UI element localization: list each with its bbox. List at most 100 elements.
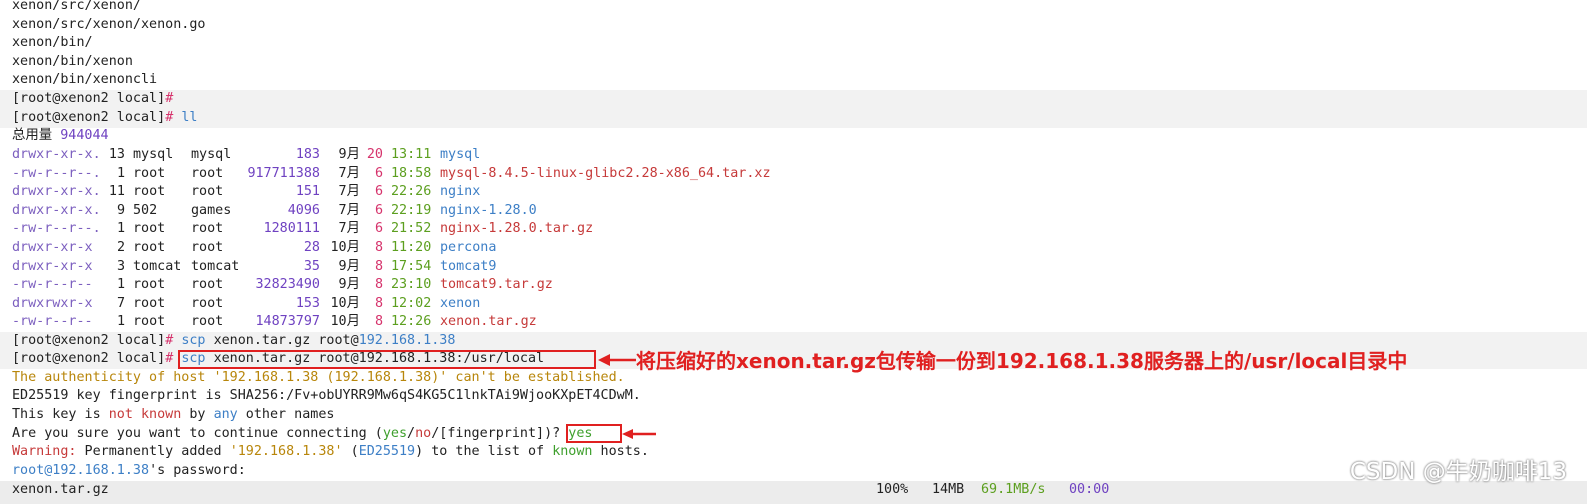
listing-perm: drwxr-xr-x. — [12, 147, 101, 162]
prompt-band — [0, 109, 1587, 128]
listing-month: 9月 — [338, 277, 360, 293]
listing-time: 12:26 — [391, 314, 432, 330]
listing-group: root — [191, 240, 224, 255]
listing-perm: drwxr-xr-x — [12, 258, 93, 274]
listing-size: 917711388 — [247, 165, 320, 181]
fingerprint-line: ED25519 key fingerprint is SHA256:/Fv+ob… — [12, 388, 641, 403]
listing-time: 21:52 — [391, 221, 432, 237]
annotation-arrow-icon — [598, 354, 636, 366]
listing-month: 7月 — [338, 165, 360, 181]
listing-name: percona — [440, 240, 497, 255]
listing-size: 153 — [295, 295, 320, 311]
listing-name: tomcat9.tar.gz — [440, 277, 553, 293]
listing-links: 7 — [116, 295, 125, 311]
confirm-line: Are you sure you want to continue connec… — [12, 426, 593, 441]
listing-day: 8 — [374, 295, 383, 311]
listing-row: -rw-r--r-- 1 root root 14873797 10月 8 12:26 xeno… — [0, 313, 1587, 332]
prompt-line-scp-partial: [root@xenon2 local]# scp xenon.tar.gz ro… — [12, 333, 456, 348]
listing-owner: root — [133, 165, 166, 181]
history-line: xenon/src/xenon/ — [12, 0, 141, 13]
history-line: xenon/bin/ — [12, 35, 93, 50]
listing-size: 35 — [303, 258, 320, 274]
listing-group: mysql — [191, 147, 232, 162]
listing-month: 10月 — [330, 240, 360, 255]
listing-row: -rw-r--r--. 1 root root 1280111 7月 6 21:52 nginx… — [0, 220, 1587, 239]
listing-group: root — [191, 221, 224, 237]
progress-eta: 00:00 — [1069, 482, 1110, 497]
listing-time: 11:20 — [391, 240, 432, 255]
listing-links: 9 — [116, 202, 125, 218]
listing-row: drwxr-xr-x 2 root root 28 10月 8 11:20 percona — [0, 239, 1587, 258]
progress-filename: xenon.tar.gz — [12, 482, 109, 497]
progress-size: 14MB — [932, 482, 965, 497]
listing-size: 28 — [303, 240, 320, 255]
listing-row: drwxr-xr-x. 9 502 games 4096 7月 6 22:19 nginx-1.… — [0, 202, 1587, 221]
listing-time: 17:54 — [391, 258, 432, 274]
listing-day: 6 — [374, 221, 383, 237]
listing-group: root — [191, 295, 224, 311]
listing-owner: 502 — [133, 202, 158, 218]
listing-perm: drwxr-xr-x. — [12, 184, 101, 200]
listing-owner: root — [133, 221, 166, 237]
terminal-window[interactable]: xenon/src/xenon/ xenon/src/xenon/xenon.g… — [0, 0, 1587, 504]
history-line: xenon/src/xenon/xenon.go — [12, 17, 206, 32]
listing-row: drwxr-xr-x. 11 root root 151 7月 6 22:26 nginx — [0, 183, 1587, 202]
total-line: 总用量 944044 — [12, 128, 109, 143]
listing-perm: -rw-r--r-- — [12, 314, 93, 330]
listing-group: root — [191, 184, 224, 200]
listing-perm: drwxr-xr-x — [12, 240, 93, 255]
listing-day: 8 — [374, 277, 383, 293]
key-known-line: This key is not known by any other names — [12, 407, 335, 422]
listing-name: nginx-1.28.0 — [440, 202, 537, 218]
prompt-line-ll: [root@xenon2 local]# ll — [12, 110, 198, 125]
listing-size: 32823490 — [255, 277, 321, 293]
listing-size: 1280111 — [263, 221, 320, 237]
listing-links: 13 — [108, 147, 125, 162]
csdn-watermark: CSDN @牛奶咖啡13 — [1349, 459, 1567, 485]
listing-row: drwxr-xr-x 3 tomcat tomcat 35 9月 8 17:54 tomcat9 — [0, 258, 1587, 277]
listing-perm: -rw-r--r-- — [12, 277, 93, 293]
listing-day: 6 — [374, 202, 383, 218]
listing-group: root — [191, 314, 224, 330]
listing-links: 11 — [108, 184, 125, 200]
listing-name: xenon — [440, 295, 481, 311]
listing-owner: root — [133, 314, 166, 330]
listing-row: drwxrwxr-x 7 root root 153 10月 8 12:02 xenon — [0, 295, 1587, 314]
yes-highlight-box — [566, 424, 622, 443]
listing-links: 1 — [116, 221, 125, 237]
history-line: xenon/bin/xenon — [12, 54, 133, 69]
progress-percent: 100% — [876, 482, 909, 497]
listing-size: 14873797 — [255, 314, 321, 330]
listing-day: 8 — [374, 258, 383, 274]
listing-owner: root — [133, 240, 166, 255]
listing-links: 1 — [116, 314, 125, 330]
listing-day: 8 — [374, 314, 383, 330]
listing-row: drwxr-xr-x. 13 mysql mysql 183 9月 20 13:11 mysql — [0, 146, 1587, 165]
listing-owner: root — [133, 295, 166, 311]
listing-perm: drwxrwxr-x — [12, 295, 93, 311]
listing-group: games — [191, 202, 232, 218]
listing-day: 20 — [366, 147, 383, 162]
listing-month: 7月 — [338, 221, 360, 237]
prompt-band — [0, 90, 1587, 109]
scp-annotation-note: 将压缩好的xenon.tar.gz包传输一份到192.168.1.38服务器上的… — [636, 349, 1408, 373]
listing-time: 18:58 — [391, 165, 432, 181]
listing-day: 8 — [374, 240, 383, 255]
listing-name: mysql — [440, 147, 481, 162]
listing-perm: -rw-r--r--. — [12, 165, 101, 181]
yes-annotation-arrow-icon — [622, 429, 656, 439]
authenticity-line: The authenticity of host '192.168.1.38 (… — [12, 370, 625, 385]
prompt-line: [root@xenon2 local]# — [12, 91, 174, 106]
listing-owner: root — [133, 184, 166, 200]
scp-command-highlight-box — [178, 350, 596, 369]
listing-group: root — [191, 277, 224, 293]
listing-perm: drwxr-xr-x. — [12, 202, 101, 218]
listing-name: tomcat9 — [440, 258, 497, 274]
listing-month: 7月 — [338, 184, 360, 200]
listing-row: -rw-r--r-- 1 root root 32823490 9月 8 23:10 tomca… — [0, 276, 1587, 295]
listing-time: 23:10 — [391, 277, 432, 293]
listing-owner: mysql — [133, 147, 174, 162]
listing-month: 9月 — [338, 258, 360, 274]
listing-links: 1 — [116, 277, 125, 293]
listing-name: nginx — [440, 184, 481, 200]
